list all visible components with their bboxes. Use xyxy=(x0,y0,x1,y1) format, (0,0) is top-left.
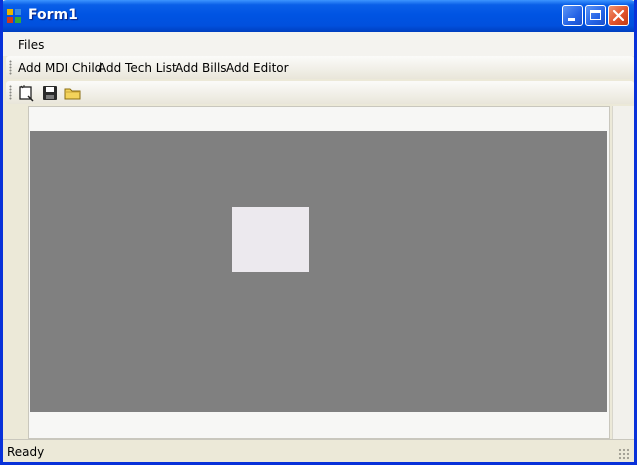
add-mdi-child-button[interactable]: Add MDI Child xyxy=(18,61,102,75)
minimize-icon xyxy=(568,18,575,21)
window-title: Form1 xyxy=(28,7,78,23)
text-toolstrip: Add MDI Child Add Tech List Add Bills Ad… xyxy=(6,56,634,79)
menu-files[interactable]: Files xyxy=(18,38,44,52)
right-panel xyxy=(612,106,634,439)
main-window: Form1 Files Add MDI Child Add Tech List … xyxy=(0,0,637,465)
new-document-icon[interactable] xyxy=(18,84,36,102)
menu-bar: Files xyxy=(3,32,634,56)
add-tech-list-button[interactable]: Add Tech List xyxy=(98,61,177,75)
close-icon xyxy=(612,9,625,22)
status-bar: Ready xyxy=(3,439,634,462)
close-button[interactable] xyxy=(608,5,629,26)
open-folder-icon[interactable] xyxy=(64,84,82,102)
save-icon[interactable] xyxy=(41,84,59,102)
add-bills-button[interactable]: Add Bills xyxy=(175,61,227,75)
resize-grip-icon[interactable] xyxy=(618,448,630,460)
toolstrip-grip[interactable] xyxy=(9,60,12,75)
app-icon xyxy=(7,9,21,23)
toolstrip-grip[interactable] xyxy=(9,85,12,100)
maximize-button[interactable] xyxy=(585,5,606,26)
title-bar[interactable]: Form1 xyxy=(3,0,634,32)
icon-toolstrip xyxy=(6,81,634,104)
status-label: Ready xyxy=(7,445,45,459)
minimize-button[interactable] xyxy=(562,5,583,26)
add-editor-button[interactable]: Add Editor xyxy=(226,61,289,75)
mdi-child-window[interactable] xyxy=(232,207,309,272)
maximize-icon xyxy=(590,10,601,20)
mdi-client-area[interactable] xyxy=(30,131,607,412)
